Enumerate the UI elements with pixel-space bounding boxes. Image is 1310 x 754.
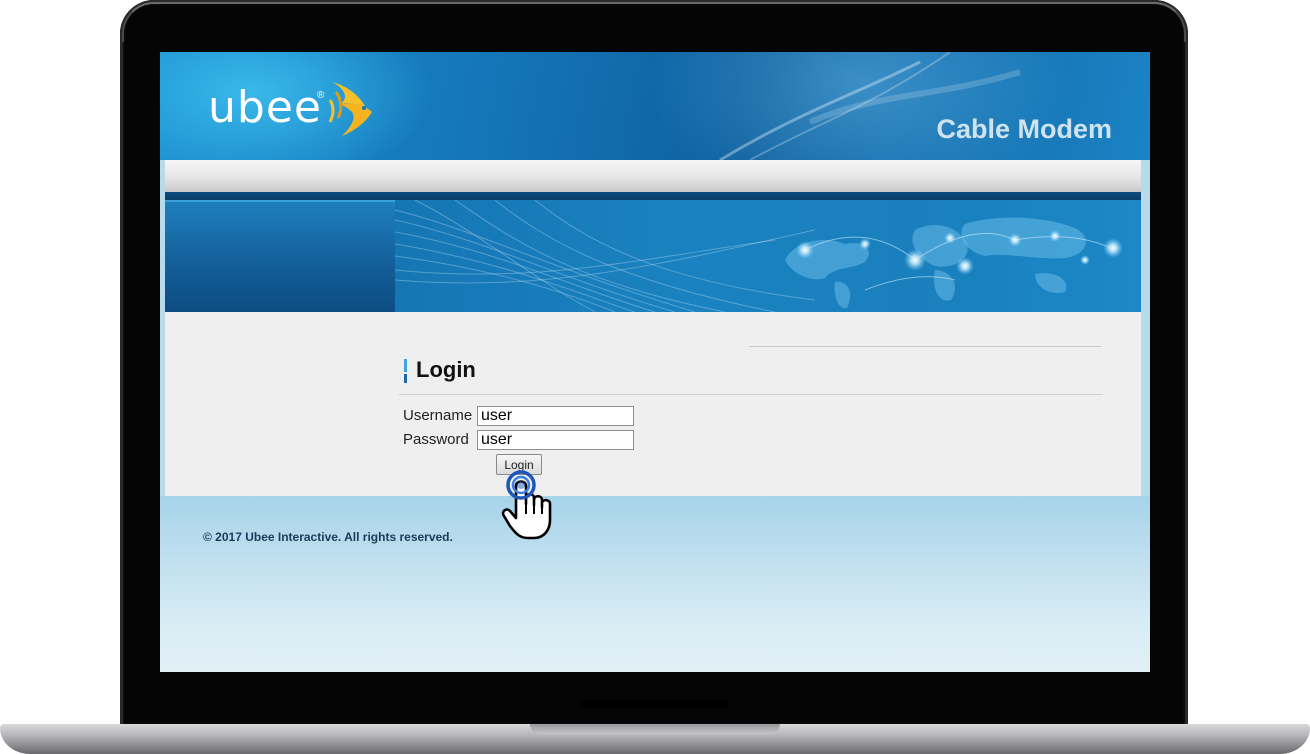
registered-mark: ® <box>317 90 325 101</box>
username-label: Username <box>403 407 473 424</box>
navigation-bar <box>165 160 1141 192</box>
fish-logo-icon <box>328 82 372 136</box>
banner-left-panel <box>165 200 395 312</box>
ubee-logo-text: ubee <box>208 82 322 133</box>
password-label: Password <box>403 431 469 448</box>
browser-screen: ubee ® Cable Modem Login Username user P… <box>160 52 1150 672</box>
page-footer: © 2017 Ubee Interactive. All rights rese… <box>160 496 1150 672</box>
laptop-base-notch <box>530 724 780 734</box>
page-header: ubee ® Cable Modem <box>160 52 1150 160</box>
cable-modem-title: Cable Modem <box>936 114 1112 144</box>
copyright-text: © 2017 Ubee Interactive. All rights rese… <box>203 530 453 544</box>
laptop-hinge-bar <box>580 700 728 708</box>
hand-pointer-icon <box>501 470 552 540</box>
navigation-bar-underline <box>165 192 1141 200</box>
username-input[interactable] <box>477 406 634 426</box>
heading-accent-bar <box>404 359 407 383</box>
heading-divider <box>399 394 1103 395</box>
banner-world-map <box>395 200 1141 312</box>
top-divider <box>749 346 1101 347</box>
world-map-icon <box>395 200 1123 312</box>
password-input[interactable] <box>477 430 634 450</box>
login-content-area: Login Username Password Login <box>165 312 1141 496</box>
login-heading: Login <box>416 357 476 382</box>
